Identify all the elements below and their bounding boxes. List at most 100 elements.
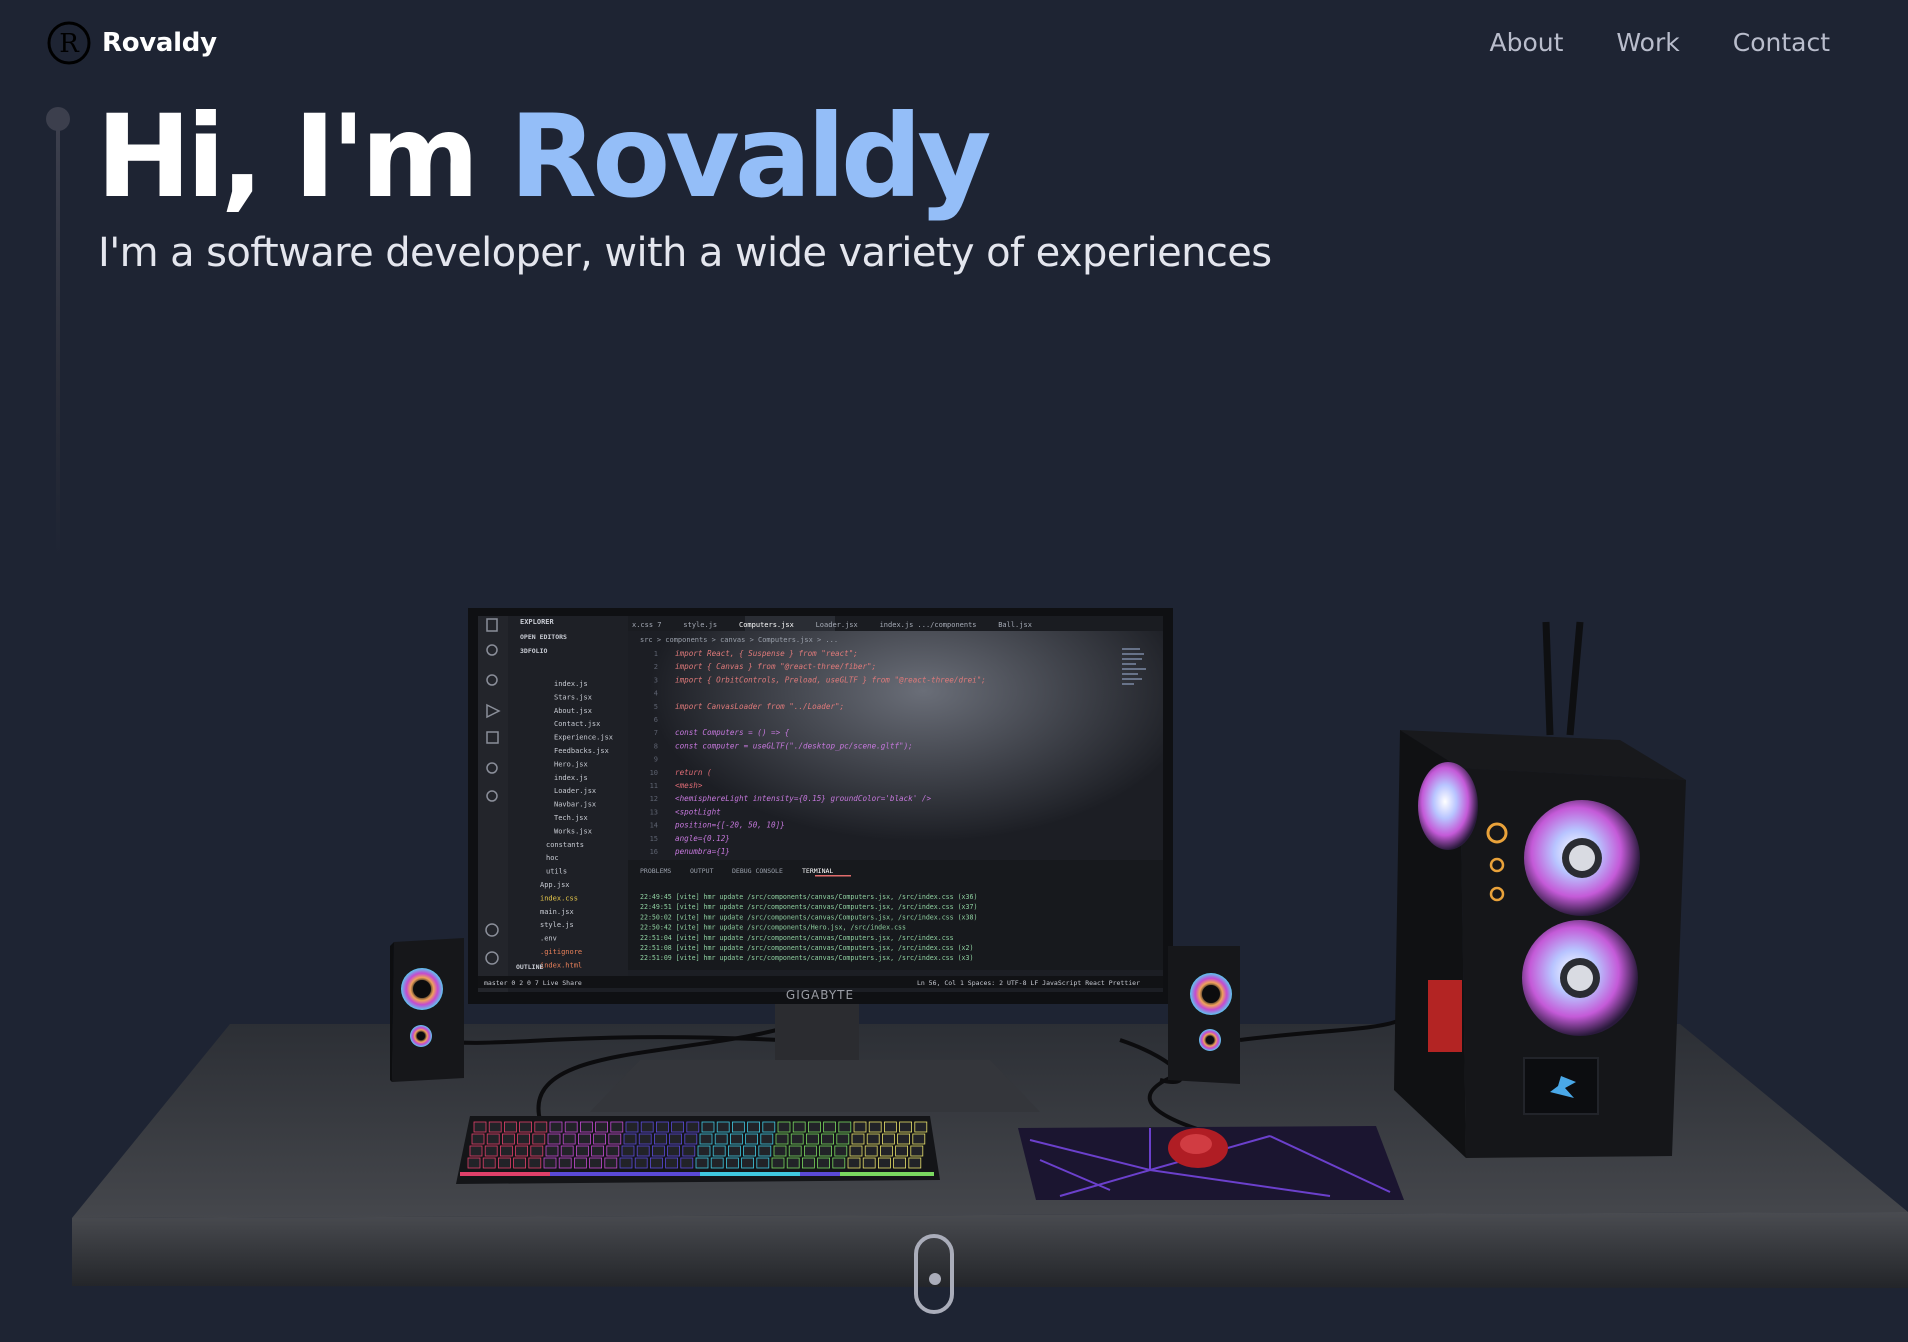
keyboard-key <box>838 1121 852 1133</box>
keyboard-key <box>893 1157 906 1169</box>
keyboard-key <box>777 1121 791 1133</box>
keyboard-key <box>834 1145 848 1157</box>
keyboard-key <box>638 1133 652 1145</box>
keyboard-key <box>910 1145 924 1157</box>
keyboard-key <box>669 1133 682 1145</box>
code-line-number: 7 <box>654 729 658 737</box>
keyboard-key <box>880 1145 893 1157</box>
navbar: R Rovaldy About Work Contact <box>0 0 1908 90</box>
code-line-number: 9 <box>654 756 658 764</box>
code-line-number: 5 <box>654 703 658 711</box>
terminal-line: 22:51:09 [vite] hmr update /src/componen… <box>640 954 973 962</box>
hero-greeting: Hi, I'm <box>96 90 510 223</box>
explorer-open-editors: OPEN EDITORS <box>520 633 567 641</box>
keyboard-key <box>743 1145 756 1157</box>
keyboard-key <box>578 1133 591 1145</box>
code-line: <spotLight <box>675 807 721 816</box>
keyboard-key <box>899 1121 912 1133</box>
keyboard-key <box>728 1145 741 1157</box>
keyboard-key <box>806 1133 819 1145</box>
nav-link-about[interactable]: About <box>1490 28 1564 57</box>
explorer-outline: OUTLINE <box>516 963 543 971</box>
editor-tab: style.js <box>683 621 717 629</box>
keyboard-key <box>802 1157 815 1169</box>
keyboard-key <box>823 1121 836 1133</box>
code-line-number: 10 <box>650 769 658 777</box>
terminal-line: 22:49:51 [vite] hmr update /src/componen… <box>640 903 977 911</box>
explorer-file: Stars.jsx <box>554 693 592 701</box>
keyboard-key <box>790 1133 804 1145</box>
keyboard-key <box>467 1157 481 1169</box>
keyboard-key <box>513 1157 526 1169</box>
editor-breadcrumb: src > components > canvas > Computers.js… <box>640 636 838 644</box>
keyboard <box>456 1116 940 1184</box>
editor-tab: index.js .../components <box>880 621 977 629</box>
nav-links: About Work Contact <box>1490 28 1831 57</box>
explorer-file: Navbar.jsx <box>554 801 596 809</box>
brand-link[interactable]: R Rovaldy <box>46 20 217 66</box>
editor-tab: Loader.jsx <box>816 621 858 629</box>
explorer-header: EXPLORER <box>520 618 555 626</box>
keyboard-key <box>908 1157 922 1169</box>
keyboard-key <box>832 1157 846 1169</box>
code-line-number: 3 <box>654 676 658 684</box>
keyboard-key <box>817 1157 830 1169</box>
keyboard-key <box>914 1121 928 1133</box>
keyboard-key <box>486 1133 500 1145</box>
keyboard-key <box>528 1157 542 1169</box>
keyboard-key <box>667 1145 680 1157</box>
pc-fan-bottom <box>1522 920 1638 1036</box>
keyboard-key <box>593 1133 606 1145</box>
desk-scene-canvas[interactable]: EXPLORER OPEN EDITORS 3DFOLIO index.js St… <box>0 560 1908 1342</box>
explorer-file: .env <box>540 935 557 943</box>
panel-tab: OUTPUT <box>690 867 714 875</box>
keyboard-key <box>589 1157 602 1169</box>
keyboard-key <box>699 1133 713 1145</box>
terminal-line: 22:50:02 [vite] hmr update /src/componen… <box>640 913 977 921</box>
keyboard-key <box>608 1133 622 1145</box>
keyboard-key <box>792 1121 806 1133</box>
brand-name: Rovaldy <box>102 28 217 58</box>
nav-link-contact[interactable]: Contact <box>1733 28 1830 57</box>
keyboard-key <box>534 1121 548 1133</box>
mouse-scroll-icon[interactable] <box>914 1234 954 1314</box>
terminal-line: 22:49:45 [vite] hmr update /src/componen… <box>640 893 977 901</box>
terminal-line: 22:51:08 [vite] hmr update /src/componen… <box>640 944 973 952</box>
hero-title: Hi, I'm Rovaldy <box>96 82 992 232</box>
keyboard-key <box>819 1145 832 1157</box>
nav-link-work[interactable]: Work <box>1616 28 1679 57</box>
keyboard-key <box>758 1145 772 1157</box>
right-speaker <box>1168 946 1240 1084</box>
code-line-number: 13 <box>650 808 658 816</box>
keyboard-key <box>519 1121 532 1133</box>
keyboard-key <box>684 1133 698 1145</box>
keyboard-key <box>882 1133 895 1145</box>
code-line: angle={0.12} <box>675 834 730 843</box>
keyboard-key <box>712 1145 726 1157</box>
monitor-brand-label: GIGABYTE <box>786 988 854 1002</box>
keyboard-key <box>732 1121 745 1133</box>
keyboard-key <box>606 1145 620 1157</box>
panel-tab: TERMINAL <box>802 867 833 875</box>
panel-tab: DEBUG CONSOLE <box>732 867 783 875</box>
keyboard-key <box>747 1121 760 1133</box>
keyboard-key <box>665 1157 678 1169</box>
keyboard-key <box>636 1145 650 1157</box>
keyboard-key <box>623 1133 637 1145</box>
keyboard-key <box>547 1133 561 1145</box>
keyboard-key <box>895 1145 908 1157</box>
keyboard-key <box>671 1121 684 1133</box>
keyboard-key <box>576 1145 589 1157</box>
keyboard-key <box>530 1145 544 1157</box>
keyboard-key <box>866 1133 880 1145</box>
editor-tabs: x.css 7 style.js Computers.jsx Loader.jsx in… <box>632 621 1032 629</box>
explorer-file: About.jsx <box>554 707 592 715</box>
keyboard-key <box>558 1157 572 1169</box>
keyboard-key <box>625 1121 639 1133</box>
code-line: <hemisphereLight intensity={0.15} ground… <box>675 794 931 803</box>
status-bar-right: Ln 56, Col 1 Spaces: 2 UTF-8 LF JavaScri… <box>917 979 1140 987</box>
pc-side-fan <box>1418 762 1478 850</box>
keyboard-key <box>619 1157 633 1169</box>
keyboard-key <box>682 1145 696 1157</box>
explorer-file: index.css <box>540 894 578 902</box>
